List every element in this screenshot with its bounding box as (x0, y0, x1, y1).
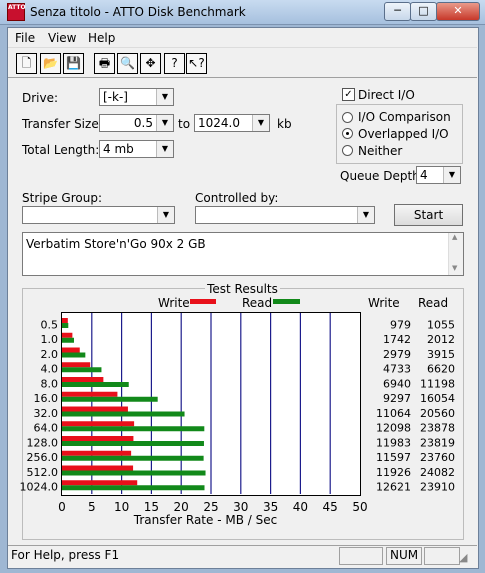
read-bar (62, 396, 158, 402)
write-bar (62, 391, 118, 397)
y-tick-label: 2.0 (41, 348, 59, 361)
y-tick-label: 8.0 (41, 377, 59, 390)
read-bar (62, 382, 129, 387)
write-bar (62, 362, 91, 368)
y-tick-label: 0.5 (41, 318, 59, 331)
x-axis-label-wrap: Transfer Rate - MB / Sec (0, 513, 485, 527)
read-bar (62, 367, 102, 373)
x-tick-label: 35 (263, 500, 278, 514)
read-bar (62, 470, 206, 476)
write-value-label: 12621 (376, 481, 411, 494)
status-num-pane: NUM (386, 547, 422, 565)
write-value-label: 979 (390, 318, 411, 331)
read-bar (62, 352, 86, 358)
write-value-label: 11064 (376, 407, 411, 420)
read-value-label: 24082 (420, 466, 455, 479)
read-value-label: 1055 (427, 318, 455, 331)
write-bar (62, 318, 68, 323)
y-tick-label: 4.0 (41, 363, 59, 376)
read-value-label: 16054 (420, 392, 455, 405)
chart-canvas: 0 5 10 15 20 25 30 35 40 45 50 0.5 979 1055 1.0 1742 201… (20, 313, 455, 514)
x-tick-label: 10 (114, 500, 129, 514)
read-bar (62, 441, 204, 446)
write-value-label: 2979 (383, 348, 411, 361)
read-value-label: 6620 (427, 363, 455, 376)
y-tick-label: 64.0 (34, 422, 59, 435)
write-bar (62, 450, 132, 456)
y-tick-label: 1.0 (41, 333, 59, 346)
y-tick-label: 256.0 (27, 451, 59, 464)
x-tick-label: 25 (203, 500, 218, 514)
x-tick-label: 20 (174, 500, 189, 514)
write-bar (62, 377, 104, 382)
status-pane-empty-1 (339, 547, 383, 565)
write-value-label: 11926 (376, 466, 411, 479)
read-bar (62, 411, 185, 417)
y-tick-label: 512.0 (27, 466, 59, 479)
write-value-label: 11597 (376, 451, 411, 464)
x-tick-label: 50 (352, 500, 367, 514)
write-bar (62, 465, 134, 471)
y-tick-label: 128.0 (27, 436, 59, 449)
write-value-label: 12098 (376, 422, 411, 435)
x-tick-label: 40 (293, 500, 308, 514)
read-bar (62, 485, 205, 491)
read-value-label: 11198 (420, 377, 455, 390)
read-bar (62, 455, 204, 461)
read-value-label: 3915 (427, 348, 455, 361)
write-bar (62, 332, 73, 338)
status-pane-empty-2 (424, 547, 460, 565)
x-tick-label: 15 (144, 500, 159, 514)
write-bar (62, 421, 135, 427)
x-tick-label: 5 (88, 500, 96, 514)
write-bar (62, 406, 128, 412)
read-value-label: 23910 (420, 481, 455, 494)
write-value-label: 6940 (383, 377, 411, 390)
write-value-label: 4733 (383, 363, 411, 376)
y-tick-label: 32.0 (34, 407, 59, 420)
write-value-label: 9297 (383, 392, 411, 405)
read-bar (62, 337, 74, 343)
resize-grip-icon[interactable]: ◢ (459, 551, 467, 564)
x-tick-label: 0 (58, 500, 66, 514)
write-value-label: 1742 (383, 333, 411, 346)
read-value-label: 23760 (420, 451, 455, 464)
status-help-text: For Help, press F1 (11, 548, 120, 562)
write-bar (62, 436, 134, 441)
read-bar (62, 323, 69, 328)
write-value-label: 11983 (376, 436, 411, 449)
write-bar (62, 347, 80, 353)
status-num-indicator: NUM (390, 548, 419, 562)
read-value-label: 23878 (420, 422, 455, 435)
write-bar (62, 480, 138, 486)
x-axis-label: Transfer Rate - MB / Sec (133, 513, 278, 527)
read-bar (62, 426, 205, 432)
y-tick-label: 16.0 (34, 392, 59, 405)
x-tick-label: 30 (233, 500, 248, 514)
x-tick-label: 45 (323, 500, 338, 514)
y-tick-label: 1024.0 (20, 481, 59, 494)
read-value-label: 23819 (420, 436, 455, 449)
read-value-label: 2012 (427, 333, 455, 346)
read-value-label: 20560 (420, 407, 455, 420)
